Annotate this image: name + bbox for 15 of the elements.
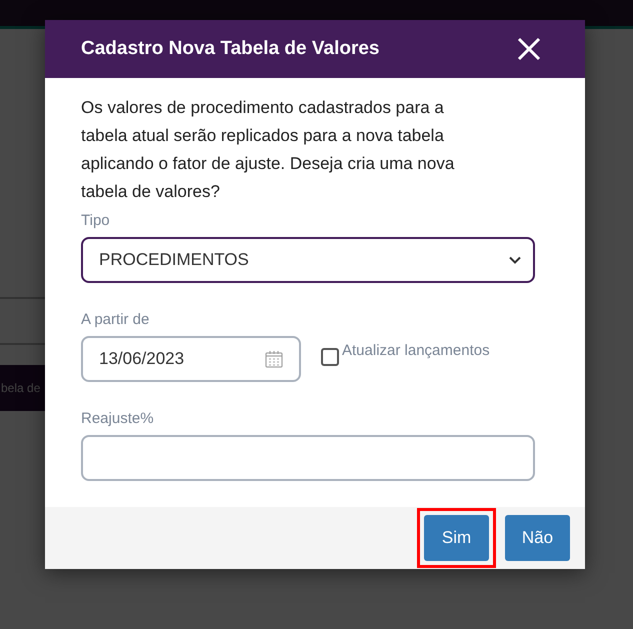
select-field[interactable]: PROCEDIMENTOS <box>81 237 535 283</box>
dialog-button[interactable]: Sim <box>424 515 489 561</box>
date-field[interactable]: 13/06/2023 <box>81 336 301 382</box>
dialog-title: Cadastro Nova Tabela de Valores <box>81 38 380 60</box>
checkbox-label: Atualizar lançamentos <box>342 342 490 359</box>
field-label: A partir de <box>81 311 150 328</box>
calendar-icon <box>265 350 283 368</box>
dialog-message: Os valores de procedimento cadastrados para a tabela atual serão replicados para a nova tabela aplicando o fator de ajuste. Deseja cria uma nova tabela de valores? <box>81 97 456 203</box>
checkbox[interactable] <box>321 348 339 366</box>
field-label: Tipo <box>81 212 111 229</box>
dialog-button[interactable]: Não <box>505 515 570 561</box>
field-label: Reajuste% <box>81 410 155 427</box>
close-icon <box>517 37 541 61</box>
chevron-down-icon <box>509 256 521 264</box>
input-field[interactable] <box>81 435 535 481</box>
